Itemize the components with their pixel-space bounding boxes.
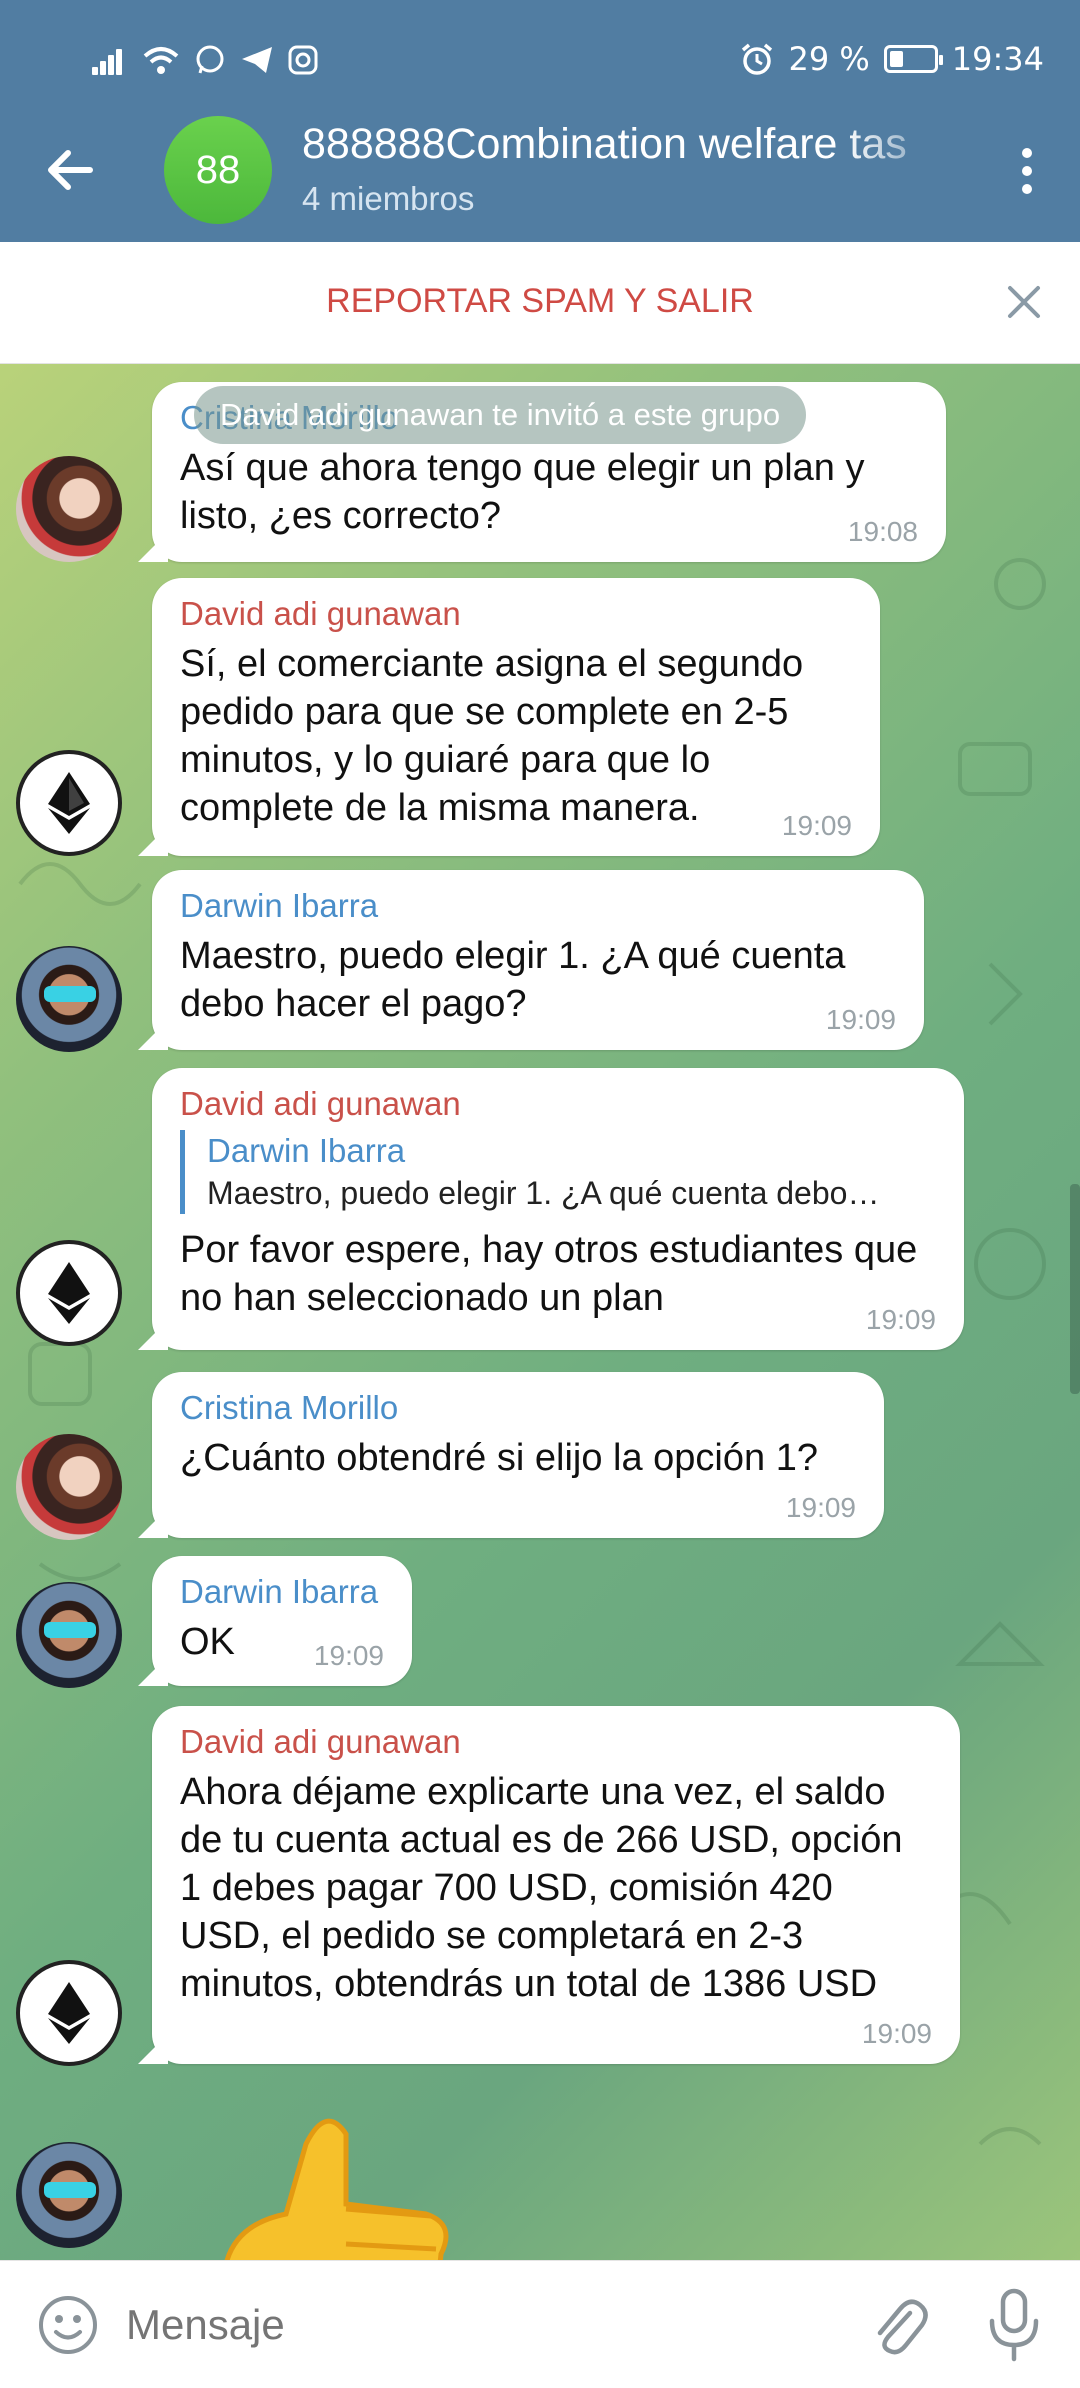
member-count[interactable]: 4 miembros xyxy=(302,180,474,218)
message-time: 19:09 xyxy=(825,1004,896,1035)
report-spam-button[interactable]: REPORTAR SPAM Y SALIR xyxy=(0,282,1080,321)
message-bubble[interactable]: David adi gunawan Darwin Ibarra Maestro,… xyxy=(152,1068,964,1350)
chat-title[interactable]: 888888Combination welfare tas xyxy=(302,120,962,169)
message-time: 19:09 xyxy=(861,2018,932,2049)
avatar[interactable] xyxy=(16,2142,122,2248)
message-bubble[interactable]: Cristina Morillo ¿Cuánto obtendré si eli… xyxy=(152,1372,884,1538)
avatar[interactable] xyxy=(16,1582,122,1688)
close-icon[interactable] xyxy=(1004,282,1044,322)
avatar[interactable] xyxy=(16,456,122,562)
message-time: 19:09 xyxy=(313,1640,384,1671)
reply-text: Maestro, puedo elegir 1. ¿A qué cuenta d… xyxy=(207,1175,880,1211)
avatar[interactable] xyxy=(16,946,122,1052)
battery-icon xyxy=(883,45,943,73)
telegram-icon xyxy=(242,47,272,73)
status-icons-right: 29 % 19:34 xyxy=(740,40,1044,78)
message-text: ¿Cuánto obtendré si elijo la opción 1? xyxy=(180,1437,818,1479)
chat-header: 29 % 19:34 88 888888Combination welfare … xyxy=(0,0,1080,242)
sender-name: David adi gunawan xyxy=(180,1085,461,1122)
clock: 19:34 xyxy=(951,40,1044,78)
report-spam-bar: REPORTAR SPAM Y SALIR xyxy=(0,242,1080,364)
instagram-icon xyxy=(288,45,318,75)
signal-icon xyxy=(92,45,128,75)
sender-name: David adi gunawan xyxy=(180,595,461,632)
status-icons-left xyxy=(92,44,318,76)
message-bubble[interactable]: Darwin Ibarra OK 19:09 xyxy=(152,1556,412,1686)
ethereum-icon xyxy=(48,1262,90,1324)
emoji-icon[interactable] xyxy=(36,2293,100,2357)
ethereum-icon xyxy=(48,1982,90,2044)
message-time: 19:08 xyxy=(847,516,918,547)
reply-sender: Darwin Ibarra xyxy=(207,1132,406,1169)
alarm-icon xyxy=(742,43,773,75)
reply-quote[interactable]: Darwin Ibarra Maestro, puedo elegir 1. ¿… xyxy=(180,1130,936,1214)
more-options-icon[interactable] xyxy=(1022,148,1034,194)
sender-name: Darwin Ibarra xyxy=(180,887,379,924)
service-message: David adi gunawan te invitó a este grupo xyxy=(194,386,807,444)
avatar[interactable] xyxy=(16,1434,122,1540)
ethereum-icon xyxy=(48,772,90,834)
chat-area[interactable]: Cristina Morillo Así que ahora tengo que… xyxy=(0,364,1080,2260)
message-bubble[interactable]: David adi gunawan Ahora déjame explicart… xyxy=(152,1706,960,2064)
wifi-icon xyxy=(143,47,179,74)
message-input[interactable] xyxy=(126,2291,826,2359)
sender-name: David adi gunawan xyxy=(180,1723,461,1760)
avatar[interactable] xyxy=(16,1240,122,1346)
message-text: Ahora déjame explicarte una vez, el sald… xyxy=(180,1771,903,2005)
microphone-icon[interactable] xyxy=(986,2287,1042,2363)
sender-name: Darwin Ibarra xyxy=(180,1573,379,1610)
group-avatar[interactable]: 88 xyxy=(164,116,272,224)
thumbs-up-sticker[interactable] xyxy=(196,2104,456,2260)
scroll-indicator[interactable] xyxy=(1070,1184,1080,1394)
message-bubble[interactable]: Darwin Ibarra Maestro, puedo elegir 1. ¿… xyxy=(152,870,924,1050)
message-time: 19:09 xyxy=(785,1492,856,1523)
whatsapp-icon xyxy=(196,45,224,74)
message-text: Así que ahora tengo que elegir un plan y… xyxy=(180,447,865,537)
message-text: Sí, el comerciante asigna el segundo ped… xyxy=(180,643,804,829)
message-bubble[interactable]: David adi gunawan Sí, el comerciante asi… xyxy=(152,578,880,856)
status-bar: 29 % 19:34 xyxy=(0,0,1080,120)
attach-icon[interactable] xyxy=(866,2291,930,2359)
message-input-bar xyxy=(0,2260,1080,2388)
sender-name: Cristina Morillo xyxy=(180,1389,399,1426)
message-text: Por favor espere, hay otros estudiantes … xyxy=(180,1229,918,1319)
message-time: 19:09 xyxy=(865,1304,936,1335)
avatar[interactable] xyxy=(16,750,122,856)
avatar[interactable] xyxy=(16,1960,122,2066)
message-text: Maestro, puedo elegir 1. ¿A qué cuenta d… xyxy=(180,935,846,1025)
back-arrow-icon[interactable] xyxy=(40,140,100,200)
battery-percent: 29 % xyxy=(788,40,870,78)
message-time: 19:09 xyxy=(781,810,852,841)
